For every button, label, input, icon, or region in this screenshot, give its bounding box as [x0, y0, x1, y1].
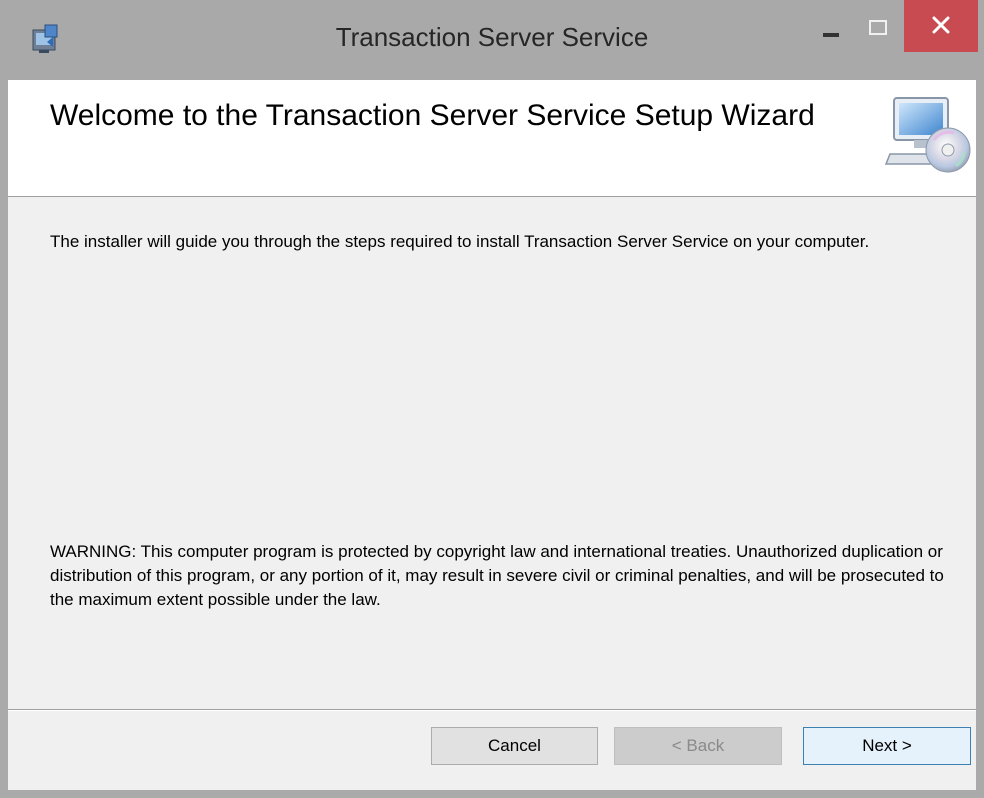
close-icon[interactable] — [904, 0, 978, 52]
maximize-icon[interactable] — [854, 0, 900, 52]
setup-wizard-window: Transaction Server Service Welcome to th… — [0, 0, 984, 798]
page-title: Welcome to the Transaction Server Servic… — [50, 99, 815, 132]
computer-cd-icon — [884, 88, 974, 178]
title-bar[interactable]: Transaction Server Service — [0, 0, 984, 80]
dialog-client-area: Welcome to the Transaction Server Servic… — [8, 80, 976, 790]
intro-text: The installer will guide you through the… — [50, 232, 870, 251]
cancel-button[interactable]: Cancel — [431, 727, 598, 765]
minimize-icon[interactable] — [808, 0, 854, 52]
back-button[interactable]: < Back — [614, 727, 782, 765]
next-button[interactable]: Next > — [803, 727, 971, 765]
copyright-warning-text: WARNING: This computer program is protec… — [50, 542, 944, 609]
wizard-header: Welcome to the Transaction Server Servic… — [8, 80, 976, 197]
button-area-divider — [8, 709, 976, 711]
